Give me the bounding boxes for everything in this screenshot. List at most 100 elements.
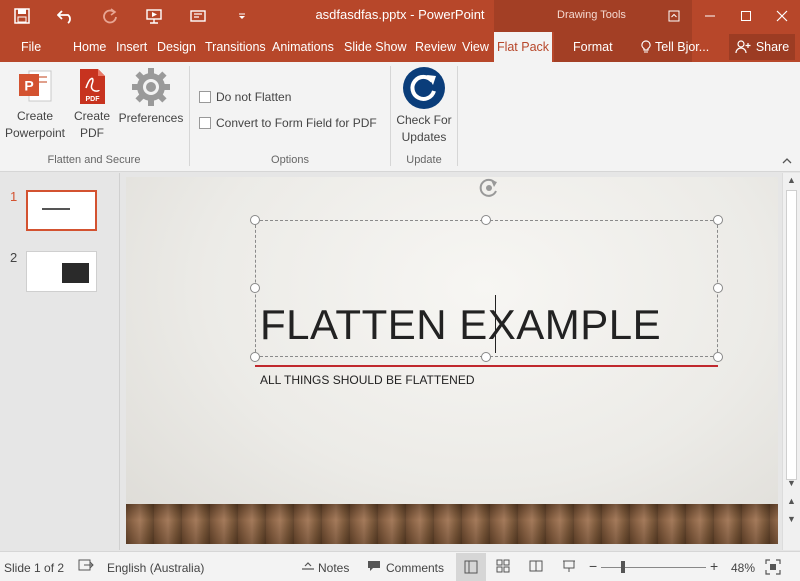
ribbon-display-options-icon[interactable] <box>656 0 692 32</box>
svg-text:PDF: PDF <box>86 96 101 103</box>
slide-title-text[interactable]: FLATTEN EXAMPLE <box>260 301 661 349</box>
reading-view-icon[interactable] <box>529 559 543 573</box>
resize-handle[interactable] <box>481 215 491 225</box>
checkbox-box <box>199 117 211 129</box>
rotate-handle-icon[interactable] <box>476 177 502 200</box>
share-button[interactable]: Share <box>729 34 795 60</box>
undo-icon[interactable] <box>44 0 88 32</box>
collapse-ribbon-icon[interactable] <box>782 157 792 168</box>
preferences-label: Preferences <box>116 110 186 127</box>
resize-handle[interactable] <box>713 215 723 225</box>
resize-handle[interactable] <box>713 283 723 293</box>
customize-icon[interactable] <box>220 0 264 32</box>
do-not-flatten-checkbox[interactable]: Do not Flatten <box>199 90 291 104</box>
wood-floor-background <box>126 504 778 544</box>
scroll-up-icon[interactable]: ▲ <box>787 175 796 185</box>
fit-to-window-icon[interactable] <box>765 559 781 575</box>
comment-icon <box>367 559 381 573</box>
tab-animations[interactable]: Animations <box>272 32 334 62</box>
slide-sorter-icon[interactable] <box>496 559 510 573</box>
slide-canvas[interactable]: FLATTEN EXAMPLE ALL THINGS SHOULD BE FLA… <box>126 177 778 544</box>
lightbulb-icon <box>641 40 651 54</box>
resize-handle[interactable] <box>250 283 260 293</box>
slide-subtitle-text[interactable]: ALL THINGS SHOULD BE FLATTENED <box>260 373 475 387</box>
zoom-level[interactable]: 48% <box>731 561 755 575</box>
create-powerpoint-label-2: Powerpoint <box>2 125 68 142</box>
present-icon[interactable] <box>176 0 220 32</box>
zoom-slider[interactable] <box>601 567 706 568</box>
do-not-flatten-label: Do not Flatten <box>216 90 291 104</box>
redo-icon[interactable] <box>88 0 132 32</box>
gear-icon <box>130 66 172 108</box>
close-icon[interactable] <box>764 0 800 32</box>
zoom-out-button[interactable]: − <box>589 558 597 574</box>
resize-handle[interactable] <box>481 352 491 362</box>
tab-file[interactable]: File <box>21 32 41 62</box>
scrollbar-thumb[interactable] <box>786 190 797 480</box>
quick-access-toolbar <box>0 0 264 32</box>
status-bar: Slide 1 of 2 English (Australia) Notes C… <box>0 551 800 581</box>
thumbnail-title-text <box>42 208 70 210</box>
resize-handle[interactable] <box>250 352 260 362</box>
powerpoint-file-icon: P <box>15 66 55 106</box>
slide-show-icon[interactable] <box>562 559 576 573</box>
convert-to-form-field-checkbox[interactable]: Convert to Form Field for PDF <box>199 116 377 130</box>
zoom-slider-thumb[interactable] <box>621 561 625 573</box>
notes-button[interactable]: Notes <box>318 561 349 575</box>
slide-thumbnails-pane: 1 2 <box>0 173 120 550</box>
slide-thumbnail-1[interactable] <box>26 190 97 231</box>
group-label-update: Update <box>391 154 457 166</box>
create-pdf-button[interactable]: PDF Create PDF <box>70 66 114 142</box>
start-from-beginning-icon[interactable] <box>132 0 176 32</box>
next-slide-icon[interactable]: ▼ <box>787 514 796 524</box>
thumbnail-image <box>62 263 89 283</box>
drawing-tools-label: Drawing Tools <box>557 9 626 21</box>
pdf-file-icon: PDF <box>75 66 109 106</box>
group-separator <box>457 66 458 166</box>
restore-icon[interactable] <box>728 0 764 32</box>
check-for-updates-label-2: Updates <box>392 129 456 146</box>
minimize-icon[interactable] <box>692 0 728 32</box>
language[interactable]: English (Australia) <box>107 561 204 575</box>
zoom-in-button[interactable]: + <box>710 558 718 574</box>
thumbnail-number: 1 <box>10 189 17 204</box>
tab-format[interactable]: Format <box>573 32 613 62</box>
comments-button[interactable]: Comments <box>386 561 444 575</box>
group-separator <box>189 66 190 166</box>
tab-insert[interactable]: Insert <box>116 32 147 62</box>
tab-flat-pack[interactable]: Flat Pack <box>494 32 552 62</box>
tab-design[interactable]: Design <box>157 32 196 62</box>
vertical-scrollbar[interactable]: ▲ ▼ ▲ ▼ <box>782 173 800 550</box>
resize-handle[interactable] <box>250 215 260 225</box>
tell-me-label: Tell Bjor... <box>655 32 709 62</box>
slide-editing-area: FLATTEN EXAMPLE ALL THINGS SHOULD BE FLA… <box>121 173 800 550</box>
tab-slide-show[interactable]: Slide Show <box>344 32 407 62</box>
check-for-updates-button[interactable]: Check For Updates <box>392 66 456 146</box>
preferences-button[interactable]: Preferences <box>116 66 186 127</box>
tell-me-search[interactable]: Tell Bjor... <box>641 32 709 62</box>
previous-slide-icon[interactable]: ▲ <box>787 496 796 506</box>
tab-transitions[interactable]: Transitions <box>205 32 266 62</box>
tab-review[interactable]: Review <box>415 32 456 62</box>
spell-check-icon[interactable] <box>78 559 94 573</box>
powerpoint-window: Drawing Tools asdfasdfas.pptx - PowerPoi… <box>0 0 800 581</box>
ribbon: P Create Powerpoint PDF Create PDF <box>0 62 800 172</box>
title-underline <box>255 365 718 367</box>
check-for-updates-label-1: Check For <box>392 112 456 129</box>
thumbnail-number: 2 <box>10 250 17 265</box>
checkbox-box <box>199 91 211 103</box>
create-pdf-label-2: PDF <box>70 125 114 142</box>
refresh-icon <box>402 66 446 110</box>
tab-view[interactable]: View <box>462 32 489 62</box>
scroll-down-icon[interactable]: ▼ <box>787 478 796 488</box>
slide-count: Slide 1 of 2 <box>4 561 64 575</box>
svg-text:P: P <box>24 78 33 94</box>
tab-home[interactable]: Home <box>73 32 106 62</box>
normal-view-icon <box>464 560 478 574</box>
create-powerpoint-button[interactable]: P Create Powerpoint <box>2 66 68 142</box>
resize-handle[interactable] <box>713 352 723 362</box>
normal-view-button[interactable] <box>456 553 486 581</box>
save-icon[interactable] <box>0 0 44 32</box>
title-bar: Drawing Tools asdfasdfas.pptx - PowerPoi… <box>0 0 800 32</box>
slide-thumbnail-2[interactable] <box>26 251 97 292</box>
